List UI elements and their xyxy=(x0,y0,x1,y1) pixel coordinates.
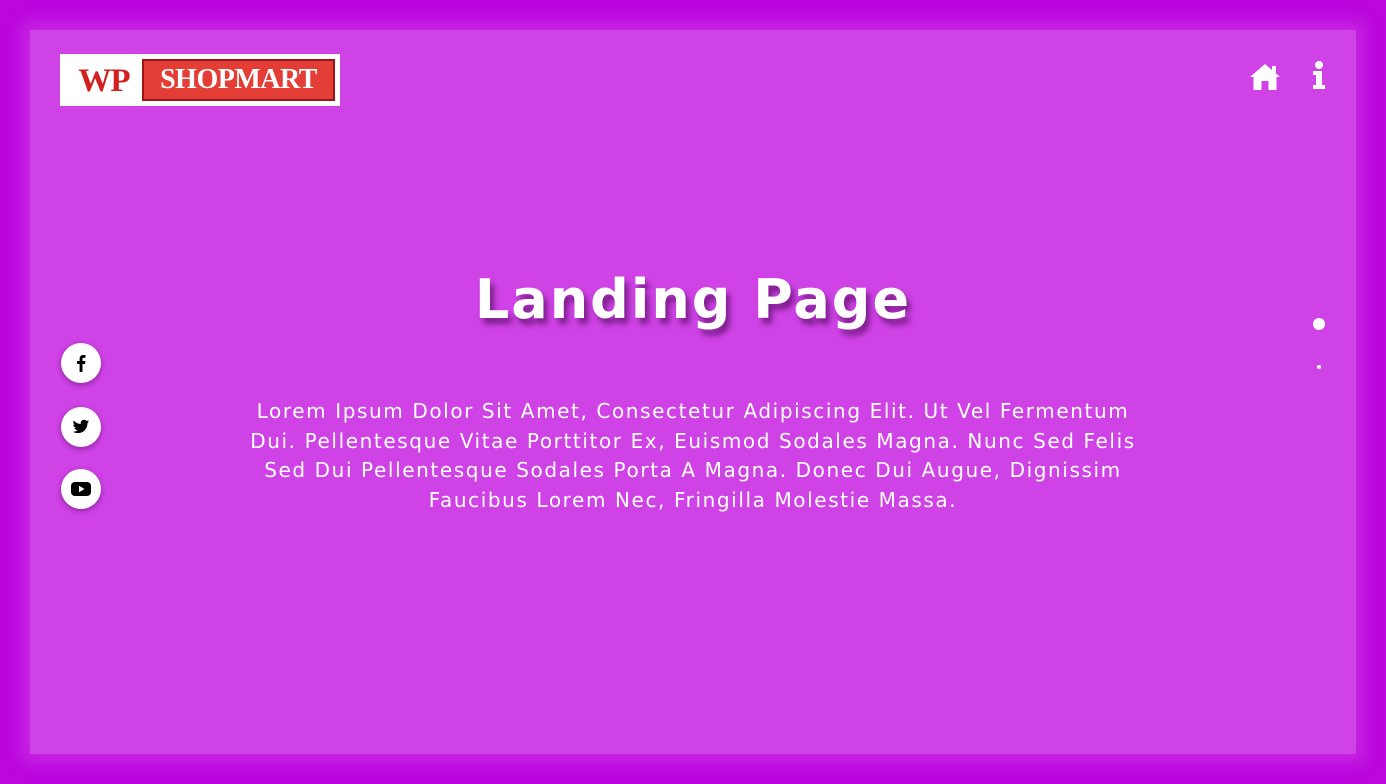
info-icon[interactable] xyxy=(1307,60,1331,94)
twitter-button[interactable] xyxy=(61,407,101,447)
logo-shopmart-text: SHOPMART xyxy=(142,59,335,101)
slide-dot-active[interactable] xyxy=(1313,318,1325,330)
facebook-icon xyxy=(77,355,86,372)
twitter-icon xyxy=(72,419,90,434)
hero-description: Lorem Ipsum Dolor Sit Amet, Consectetur … xyxy=(250,399,1136,512)
page-title: Landing Page xyxy=(474,268,912,331)
facebook-button[interactable] xyxy=(61,343,101,383)
brand-logo[interactable]: WP SHOPMART xyxy=(60,54,340,106)
youtube-icon xyxy=(71,482,91,496)
youtube-button[interactable] xyxy=(61,469,101,509)
logo-wp-text: WP xyxy=(78,63,130,99)
page-frame xyxy=(30,30,1356,754)
slide-dot[interactable] xyxy=(1317,365,1321,369)
home-icon[interactable] xyxy=(1248,60,1282,94)
